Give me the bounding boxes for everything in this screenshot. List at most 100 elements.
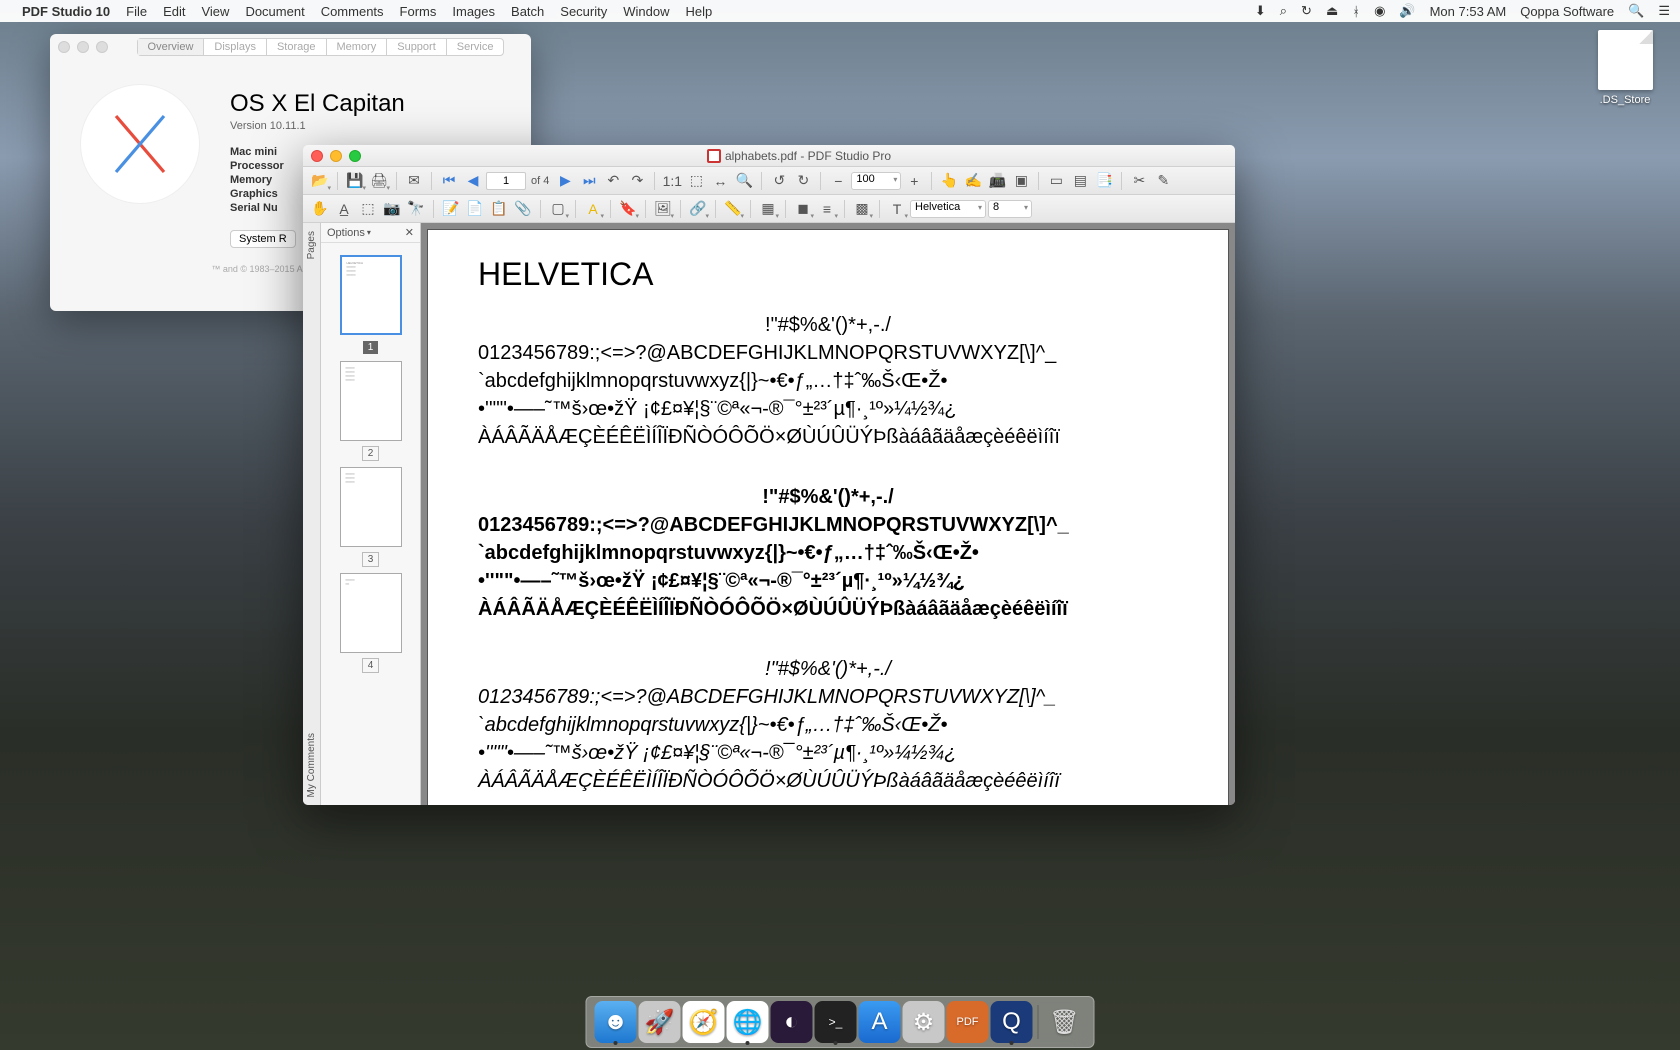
fill-color-button[interactable]: ◼ — [792, 198, 814, 220]
transparency-button[interactable]: ▩ — [851, 198, 873, 220]
next-view-button[interactable]: ↷ — [626, 170, 648, 192]
dock-syspref[interactable]: ⚙ — [903, 1001, 945, 1043]
tab-storage[interactable]: Storage — [267, 39, 327, 55]
zoom-select[interactable]: 100 — [851, 172, 901, 190]
about-traffic-lights[interactable] — [58, 41, 108, 53]
text-tool-button[interactable]: T — [886, 198, 908, 220]
touch-button[interactable]: 👆 — [938, 170, 960, 192]
email-button[interactable]: ✉ — [403, 170, 425, 192]
dropbox-icon[interactable]: ⬇ — [1255, 3, 1266, 19]
menu-security[interactable]: Security — [560, 4, 607, 19]
prev-page-button[interactable]: ◀ — [462, 170, 484, 192]
menu-images[interactable]: Images — [452, 4, 495, 19]
bluetooth-icon[interactable]: ᚼ — [1352, 4, 1360, 19]
shape-button[interactable]: ▢ — [547, 198, 569, 220]
scan-button[interactable]: 📠 — [986, 170, 1008, 192]
edit-content-button[interactable]: ✎ — [1152, 170, 1174, 192]
font-select[interactable]: Helvetica — [910, 200, 986, 218]
document-view[interactable]: HELVETICA !"#$%&'()*+,-./ 0123456789:;<=… — [421, 223, 1235, 805]
page-input[interactable] — [486, 172, 526, 190]
textbox-button[interactable]: 📋 — [488, 198, 510, 220]
dock-chrome[interactable]: 🌐 — [727, 1001, 769, 1043]
thumb-1[interactable]: HELVETICA━━━━━━━━━━━━━━━ — [340, 255, 402, 335]
dock-finder[interactable]: ☻ — [595, 1001, 637, 1043]
next-page-button[interactable]: ▶ — [554, 170, 576, 192]
menu-batch[interactable]: Batch — [511, 4, 544, 19]
form3-button[interactable]: 📑 — [1093, 170, 1115, 192]
menu-comments[interactable]: Comments — [321, 4, 384, 19]
thumb-4[interactable]: ━━━━━━━ — [340, 573, 402, 653]
thumbs-close-icon[interactable]: ✕ — [405, 226, 414, 239]
dock-qoppa[interactable]: Q — [991, 1001, 1033, 1043]
system-report-button[interactable]: System R — [230, 230, 296, 248]
first-page-button[interactable]: ⏮ — [438, 170, 460, 192]
sync-icon[interactable]: ↻ — [1301, 3, 1312, 19]
save-button[interactable]: 💾 — [344, 170, 366, 192]
tab-memory[interactable]: Memory — [327, 39, 388, 55]
clock[interactable]: Mon 7:53 AM — [1430, 4, 1507, 19]
select-object-button[interactable]: ⬚ — [357, 198, 379, 220]
tab-support[interactable]: Support — [387, 39, 447, 55]
menu-help[interactable]: Help — [686, 4, 713, 19]
thumb-2[interactable]: ━━━━━━━━━━━━━━━━━━━━ — [340, 361, 402, 441]
dock-launchpad[interactable]: 🚀 — [639, 1001, 681, 1043]
side-tab-comments[interactable]: My Comments — [304, 725, 319, 805]
zoom-in-button[interactable]: + — [903, 170, 925, 192]
actual-size-button[interactable]: 1:1 — [661, 170, 683, 192]
about-tabs[interactable]: Overview Displays Storage Memory Support… — [137, 38, 505, 56]
sign-button[interactable]: ✍ — [962, 170, 984, 192]
snapshot-button[interactable]: 📷 — [381, 198, 403, 220]
rotate-cw-button[interactable]: ↻ — [792, 170, 814, 192]
typewriter-button[interactable]: 📄 — [464, 198, 486, 220]
hand-tool-button[interactable]: ✋ — [309, 198, 331, 220]
user-label[interactable]: Qoppa Software — [1520, 4, 1614, 19]
side-tab-pages[interactable]: Pages — [304, 223, 319, 267]
dock-appstore[interactable]: A — [859, 1001, 901, 1043]
spotlight-icon[interactable]: 🔍 — [1628, 3, 1644, 19]
menu-window[interactable]: Window — [623, 4, 669, 19]
wifi-icon[interactable]: ◉ — [1374, 3, 1385, 19]
print-button[interactable]: 🖨 — [368, 170, 390, 192]
dock-safari[interactable]: 🧭 — [683, 1001, 725, 1043]
area-highlight-button[interactable]: ▦ — [757, 198, 779, 220]
crop-button[interactable]: ✂ — [1128, 170, 1150, 192]
menu-view[interactable]: View — [201, 4, 229, 19]
sticky-note-button[interactable]: 📝 — [440, 198, 462, 220]
fit-width-button[interactable]: ↔ — [709, 170, 731, 192]
tab-service[interactable]: Service — [447, 39, 504, 55]
attach-button[interactable]: 📎 — [512, 198, 534, 220]
tab-overview[interactable]: Overview — [138, 39, 205, 55]
select-text-button[interactable]: A̲ — [333, 198, 355, 220]
dock-pdfstudio[interactable]: PDF — [947, 1001, 989, 1043]
volume-icon[interactable]: 🔊 — [1399, 3, 1415, 19]
menu-document[interactable]: Document — [245, 4, 304, 19]
form-button[interactable]: ▭ — [1045, 170, 1067, 192]
open-button[interactable]: 📂 — [309, 170, 331, 192]
ruler-button[interactable]: 📏 — [722, 198, 744, 220]
image-button[interactable]: 🖼 — [652, 198, 674, 220]
zoom-out-button[interactable]: − — [827, 170, 849, 192]
dock-eclipse[interactable]: ◐ — [771, 1001, 813, 1043]
menu-edit[interactable]: Edit — [163, 4, 185, 19]
app-name[interactable]: PDF Studio 10 — [22, 4, 110, 19]
ocr-button[interactable]: ▣ — [1010, 170, 1032, 192]
line-width-button[interactable]: ≡ — [816, 198, 838, 220]
loupe-button[interactable]: 🔍 — [733, 170, 755, 192]
menu-file[interactable]: File — [126, 4, 147, 19]
stamp-button[interactable]: 🔖 — [617, 198, 639, 220]
thumb-3[interactable]: ━━━━━━━━━━━━━━━ — [340, 467, 402, 547]
form2-button[interactable]: ▤ — [1069, 170, 1091, 192]
link-button[interactable]: 🔗 — [687, 198, 709, 220]
menu-forms[interactable]: Forms — [400, 4, 437, 19]
menu-extras-icon[interactable]: ☰ — [1658, 3, 1670, 19]
dock-trash[interactable]: 🗑 — [1044, 1001, 1086, 1043]
highlight-button[interactable]: A — [582, 198, 604, 220]
prev-view-button[interactable]: ↶ — [602, 170, 624, 192]
finder-icon[interactable]: ⌕ — [1280, 3, 1287, 19]
eject-icon[interactable]: ⏏ — [1326, 3, 1338, 19]
font-size-select[interactable]: 8 — [988, 200, 1032, 218]
fit-page-button[interactable]: ⬚ — [685, 170, 707, 192]
thumbs-options[interactable]: Options — [327, 227, 365, 239]
last-page-button[interactable]: ⏭ — [578, 170, 600, 192]
rotate-ccw-button[interactable]: ↺ — [768, 170, 790, 192]
